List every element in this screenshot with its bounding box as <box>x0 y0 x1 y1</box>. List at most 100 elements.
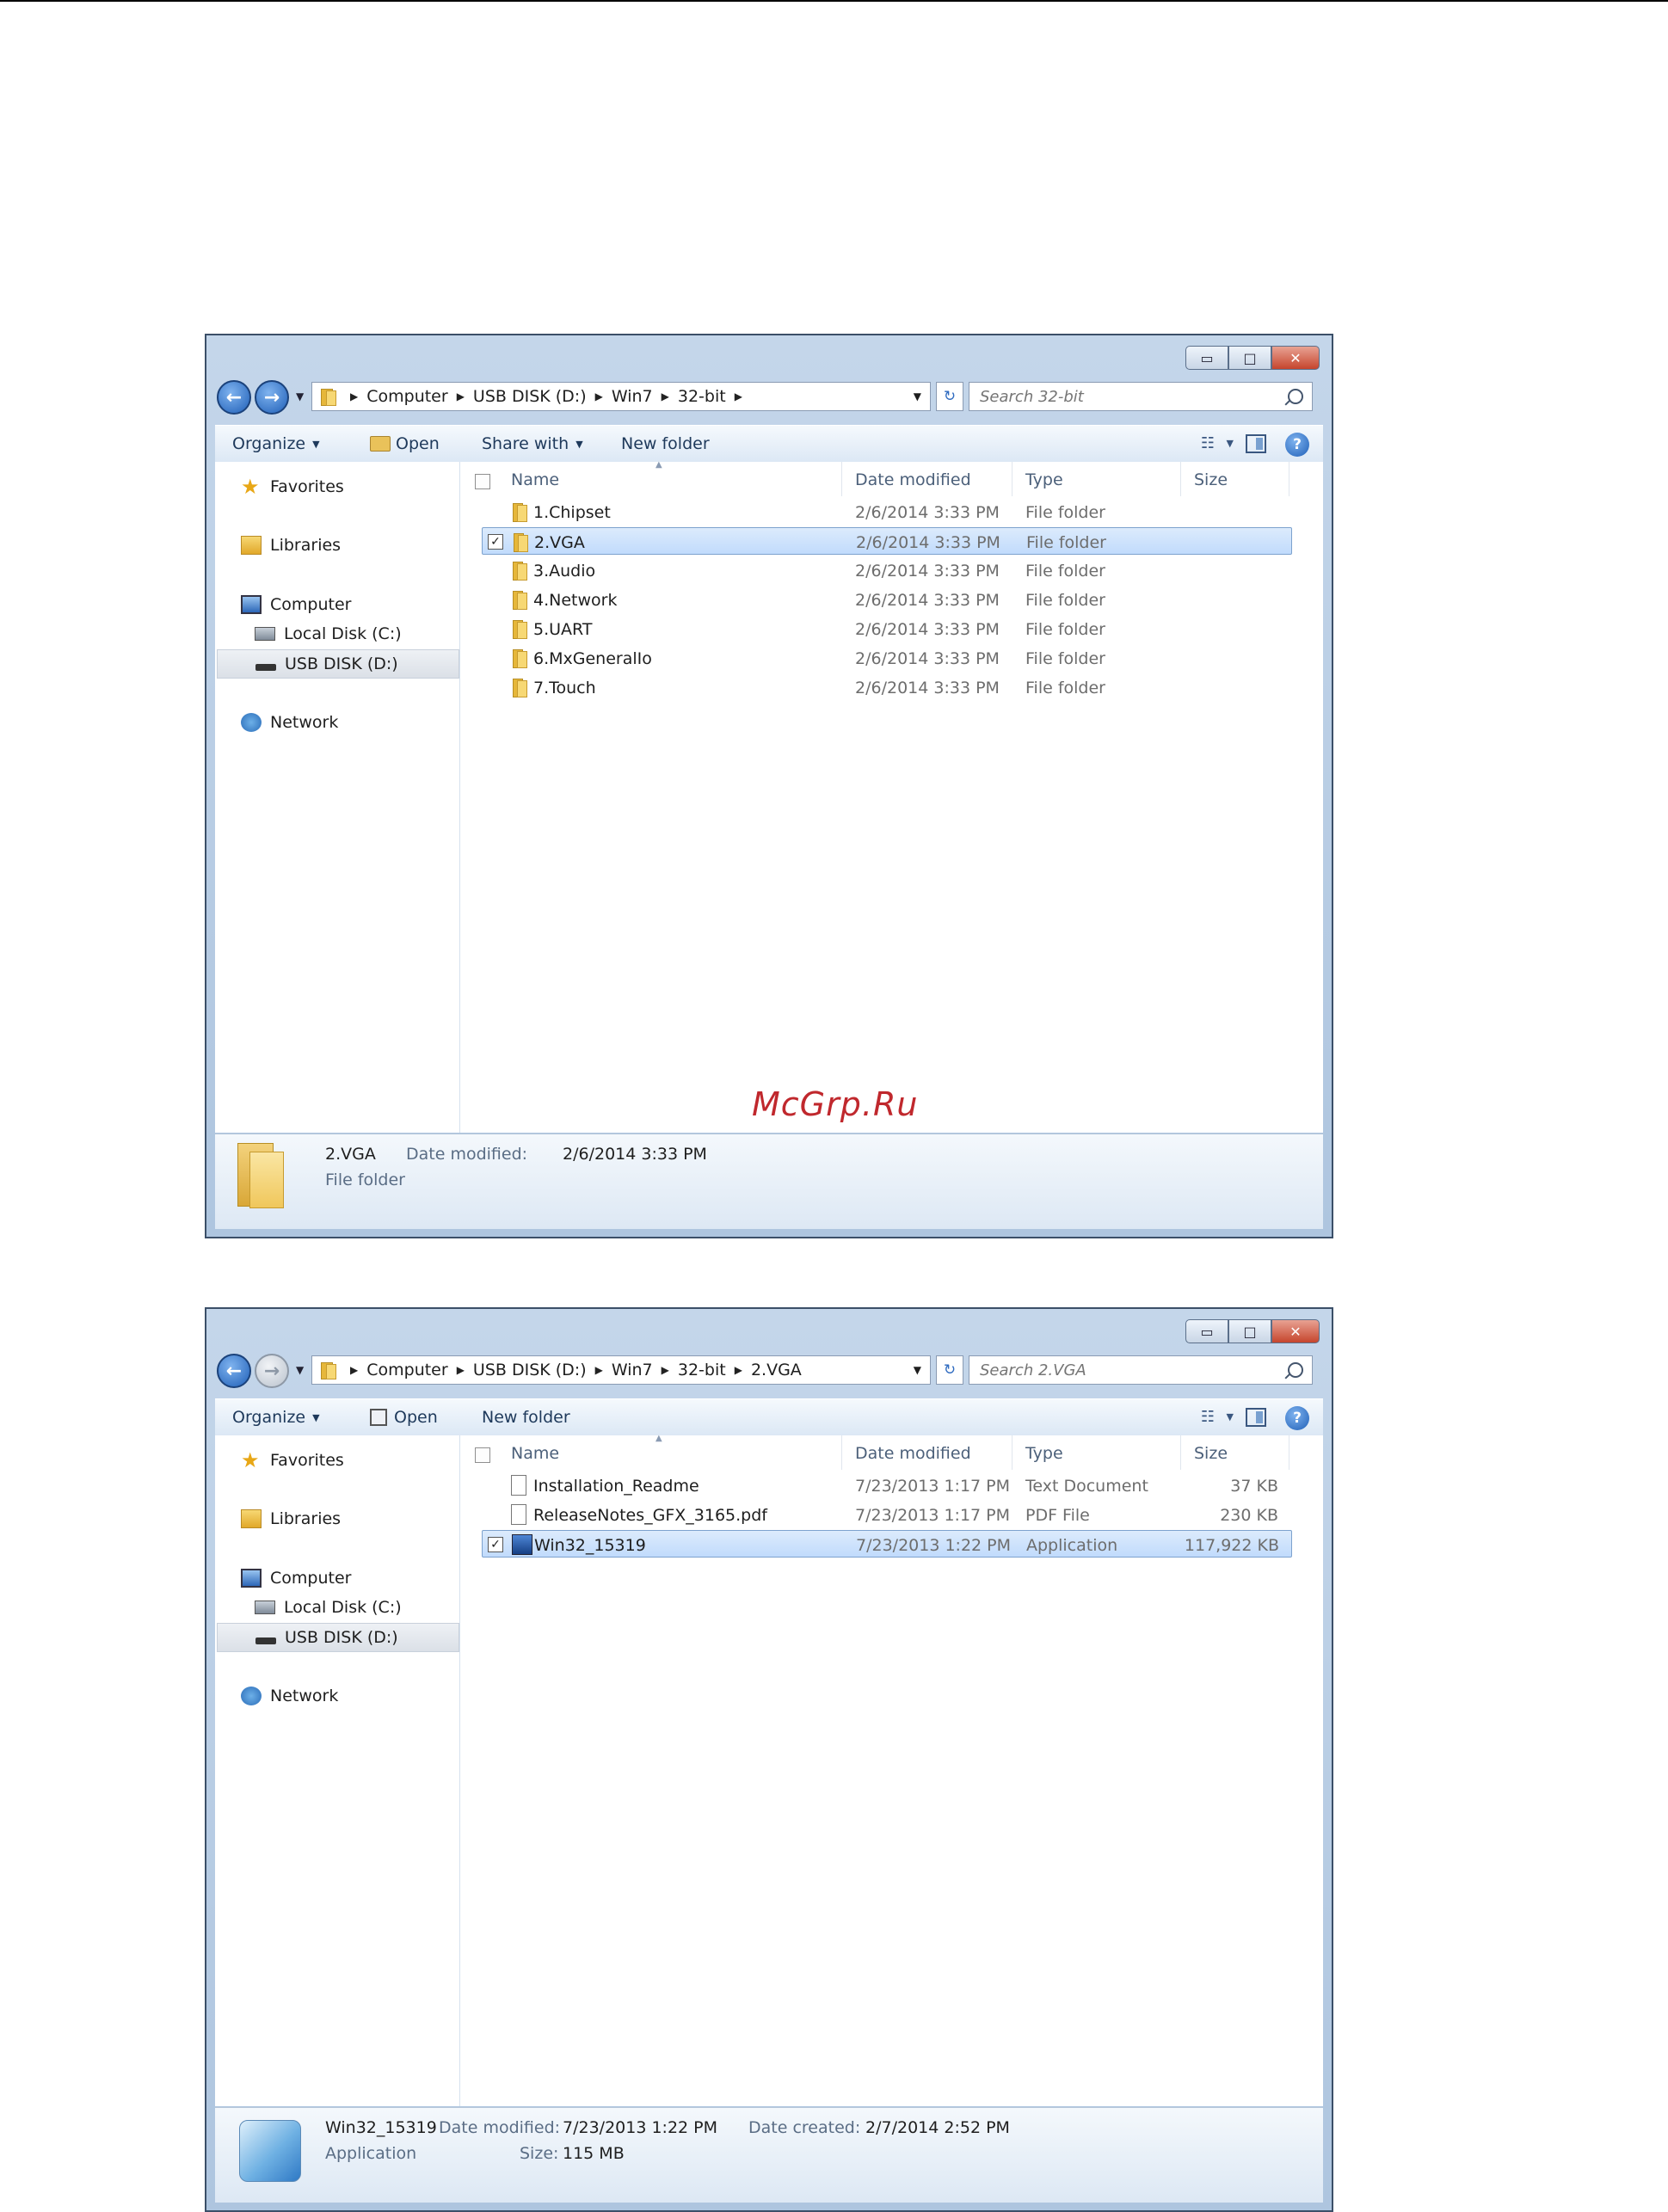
folder-icon <box>511 618 528 639</box>
breadcrumb-separator-icon[interactable]: ▶ <box>595 390 603 402</box>
open-button[interactable]: Open <box>370 434 440 453</box>
share-with-button[interactable]: Share with ▼ <box>482 434 583 453</box>
organize-button[interactable]: Organize ▼ <box>232 434 320 453</box>
file-type: Application <box>1026 1536 1118 1555</box>
search-input[interactable] <box>969 386 1265 407</box>
file-row-selected[interactable]: ✓ Win32_15319 7/23/2013 1:22 PM Applicat… <box>482 1530 1292 1558</box>
back-button[interactable]: ← <box>217 380 251 415</box>
close-button[interactable]: ✕ <box>1271 1319 1320 1343</box>
breadcrumb-computer[interactable]: Computer <box>366 387 447 406</box>
help-icon[interactable]: ? <box>1285 433 1309 457</box>
search-input[interactable] <box>969 1360 1265 1380</box>
recent-pages-dropdown[interactable]: ▼ <box>296 390 304 402</box>
nav-network[interactable]: Network <box>241 1687 338 1705</box>
refresh-button[interactable]: ↻ <box>936 382 963 411</box>
preview-pane-icon[interactable] <box>1246 434 1266 453</box>
nav-computer[interactable]: Computer <box>241 595 351 614</box>
row-checkbox-checked[interactable]: ✓ <box>488 534 503 550</box>
file-row[interactable]: Installation_Readme 7/23/2013 1:17 PM Te… <box>482 1472 1292 1499</box>
column-size[interactable]: Size <box>1194 470 1228 489</box>
file-row[interactable]: 1.Chipset 2/6/2014 3:33 PM File folder <box>482 498 1292 525</box>
close-button[interactable]: ✕ <box>1271 346 1320 370</box>
nav-usb-disk[interactable]: USB DISK (D:) <box>217 649 459 679</box>
chevron-down-icon[interactable]: ▼ <box>1227 438 1234 449</box>
breadcrumb-win7[interactable]: Win7 <box>612 387 653 406</box>
file-row[interactable]: 3.Audio 2/6/2014 3:33 PM File folder <box>482 556 1292 584</box>
breadcrumb-32bit[interactable]: 32-bit <box>678 387 726 406</box>
nav-libraries[interactable]: Libraries <box>241 536 341 555</box>
breadcrumb-usb-disk[interactable]: USB DISK (D:) <box>473 387 587 406</box>
forward-button[interactable]: → <box>255 380 289 415</box>
preview-pane-icon[interactable] <box>1246 1408 1266 1427</box>
breadcrumb-separator-icon[interactable]: ▶ <box>735 1364 742 1376</box>
chevron-down-icon[interactable]: ▼ <box>1227 1411 1234 1422</box>
column-date-modified[interactable]: Date modified <box>855 470 971 489</box>
breadcrumb-usb-disk[interactable]: USB DISK (D:) <box>473 1361 587 1379</box>
select-all-checkbox[interactable] <box>475 474 490 489</box>
column-type[interactable]: Type <box>1025 470 1063 489</box>
column-divider[interactable] <box>841 1435 842 1470</box>
breadcrumb-win7[interactable]: Win7 <box>612 1361 653 1379</box>
new-folder-button[interactable]: New folder <box>482 1408 570 1427</box>
row-checkbox-checked[interactable]: ✓ <box>488 1537 503 1552</box>
column-divider[interactable] <box>1180 462 1181 496</box>
breadcrumb-separator-icon[interactable]: ▶ <box>457 1364 465 1376</box>
column-date-modified[interactable]: Date modified <box>855 1444 971 1463</box>
search-icon[interactable] <box>1288 1362 1303 1378</box>
maximize-button[interactable]: □ <box>1228 1319 1271 1343</box>
nav-usb-disk[interactable]: USB DISK (D:) <box>217 1623 459 1652</box>
minimize-button[interactable]: ▭ <box>1185 346 1228 370</box>
explorer-body: ★ Favorites Libraries Computer Local Disk… <box>215 460 1323 1133</box>
nav-computer[interactable]: Computer <box>241 1569 351 1588</box>
select-all-checkbox[interactable] <box>475 1447 490 1463</box>
view-options-icon[interactable]: ☷ <box>1201 1408 1215 1426</box>
file-row-selected[interactable]: ✓ 2.VGA 2/6/2014 3:33 PM File folder <box>482 527 1292 555</box>
file-name: 7.Touch <box>533 679 596 697</box>
nav-local-disk[interactable]: Local Disk (C:) <box>255 1598 402 1617</box>
breadcrumb-2vga[interactable]: 2.VGA <box>751 1361 802 1379</box>
breadcrumb-separator-icon[interactable]: ▶ <box>350 1364 358 1376</box>
organize-button[interactable]: Organize ▼ <box>232 1408 320 1427</box>
breadcrumb-separator-icon[interactable]: ▶ <box>595 1364 603 1376</box>
nav-network[interactable]: Network <box>241 713 338 732</box>
nav-local-disk[interactable]: Local Disk (C:) <box>255 624 402 643</box>
recent-pages-dropdown[interactable]: ▼ <box>296 1364 304 1376</box>
address-bar[interactable]: ▶ Computer ▶ USB DISK (D:) ▶ Win7 ▶ 32-b… <box>311 382 931 411</box>
address-history-dropdown-icon[interactable]: ▼ <box>914 1364 921 1376</box>
breadcrumb-separator-icon[interactable]: ▶ <box>350 390 358 402</box>
column-divider[interactable] <box>841 462 842 496</box>
column-name[interactable]: Name <box>511 1444 559 1463</box>
refresh-button[interactable]: ↻ <box>936 1355 963 1385</box>
file-row[interactable]: ReleaseNotes_GFX_3165.pdf 7/23/2013 1:17… <box>482 1501 1292 1528</box>
address-history-dropdown-icon[interactable]: ▼ <box>914 390 921 402</box>
file-row[interactable]: 7.Touch 2/6/2014 3:33 PM File folder <box>482 673 1292 701</box>
breadcrumb-32bit[interactable]: 32-bit <box>678 1361 726 1379</box>
address-bar[interactable]: ▶ Computer ▶ USB DISK (D:) ▶ Win7 ▶ 32-b… <box>311 1355 931 1385</box>
breadcrumb-computer[interactable]: Computer <box>366 1361 447 1379</box>
search-icon[interactable] <box>1288 389 1303 404</box>
back-button[interactable]: ← <box>217 1354 251 1388</box>
file-row[interactable]: 6.MxGeneralIo 2/6/2014 3:33 PM File fold… <box>482 644 1292 672</box>
help-icon[interactable]: ? <box>1285 1406 1309 1430</box>
column-divider[interactable] <box>1180 1435 1181 1470</box>
forward-button-disabled[interactable]: → <box>255 1354 289 1388</box>
maximize-button[interactable]: □ <box>1228 346 1271 370</box>
file-row[interactable]: 5.UART 2/6/2014 3:33 PM File folder <box>482 615 1292 642</box>
chevron-down-icon: ▼ <box>575 438 583 450</box>
file-row[interactable]: 4.Network 2/6/2014 3:33 PM File folder <box>482 586 1292 613</box>
nav-libraries[interactable]: Libraries <box>241 1509 341 1528</box>
open-button[interactable]: Open <box>370 1408 438 1427</box>
breadcrumb-separator-icon[interactable]: ▶ <box>662 390 669 402</box>
breadcrumb-separator-icon[interactable]: ▶ <box>735 390 742 402</box>
column-type[interactable]: Type <box>1025 1444 1063 1463</box>
view-options-icon[interactable]: ☷ <box>1201 434 1215 452</box>
column-name[interactable]: Name <box>511 470 559 489</box>
file-date: 2/6/2014 3:33 PM <box>855 562 1000 581</box>
minimize-button[interactable]: ▭ <box>1185 1319 1228 1343</box>
column-size[interactable]: Size <box>1194 1444 1228 1463</box>
new-folder-button[interactable]: New folder <box>621 434 710 453</box>
nav-favorites[interactable]: ★ Favorites <box>241 1450 344 1471</box>
nav-favorites[interactable]: ★ Favorites <box>241 476 344 497</box>
breadcrumb-separator-icon[interactable]: ▶ <box>457 390 465 402</box>
breadcrumb-separator-icon[interactable]: ▶ <box>662 1364 669 1376</box>
